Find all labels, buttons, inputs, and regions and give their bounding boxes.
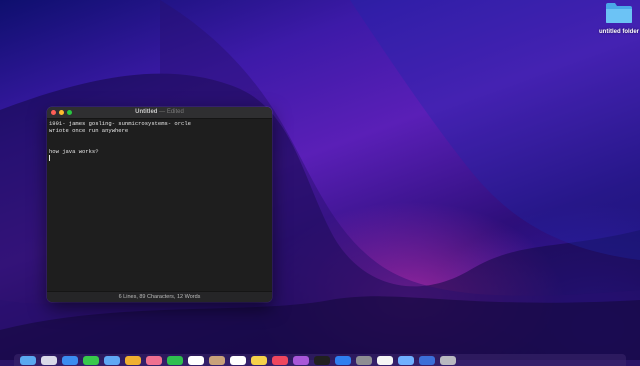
text-editor[interactable]: 1991- james gosling- sunmicrosystems- or… [47,119,272,292]
trash-icon[interactable] [440,356,456,365]
document-name: Untitled [135,108,158,115]
appstore-icon[interactable] [335,356,351,365]
text-line: how java works? [49,148,99,155]
facetime-icon[interactable] [167,356,183,365]
text-line [49,141,270,148]
mail-icon[interactable] [104,356,120,365]
folder-icon [606,3,632,23]
folder-label: untitled folder [599,29,639,35]
window-title: Untitled — Edited [47,109,272,115]
music-icon[interactable] [272,356,288,365]
text-line: 1991- james gosling- sunmicrosystems- or… [49,120,191,127]
textedit-window[interactable]: Untitled — Edited 1991- james gosling- s… [47,107,272,302]
textedit-icon[interactable] [377,356,393,365]
status-bar: 6 Lines, 89 Characters, 12 Words [47,291,272,302]
maps-icon[interactable] [125,356,141,365]
downloads-icon[interactable] [419,356,435,365]
photos-icon[interactable] [146,356,162,365]
messages-icon[interactable] [83,356,99,365]
dock [14,354,626,366]
document-state: Edited [166,108,184,115]
text-cursor [49,155,50,161]
settings-icon[interactable] [356,356,372,365]
calendar-icon[interactable] [188,356,204,365]
text-line: wriote once run anywhere [49,127,129,134]
title-separator: — [159,108,166,115]
window-titlebar[interactable]: Untitled — Edited [47,107,272,119]
podcasts-icon[interactable] [293,356,309,365]
safari-icon[interactable] [62,356,78,365]
desktop-folder[interactable]: untitled folder [598,2,640,35]
reminders-icon[interactable] [230,356,246,365]
finder-icon[interactable] [20,356,36,365]
text-line [49,134,270,141]
contacts-icon[interactable] [209,356,225,365]
notes-icon[interactable] [251,356,267,365]
text-line-current [49,155,270,162]
launchpad-icon[interactable] [41,356,57,365]
tv-icon[interactable] [314,356,330,365]
preview-icon[interactable] [398,356,414,365]
